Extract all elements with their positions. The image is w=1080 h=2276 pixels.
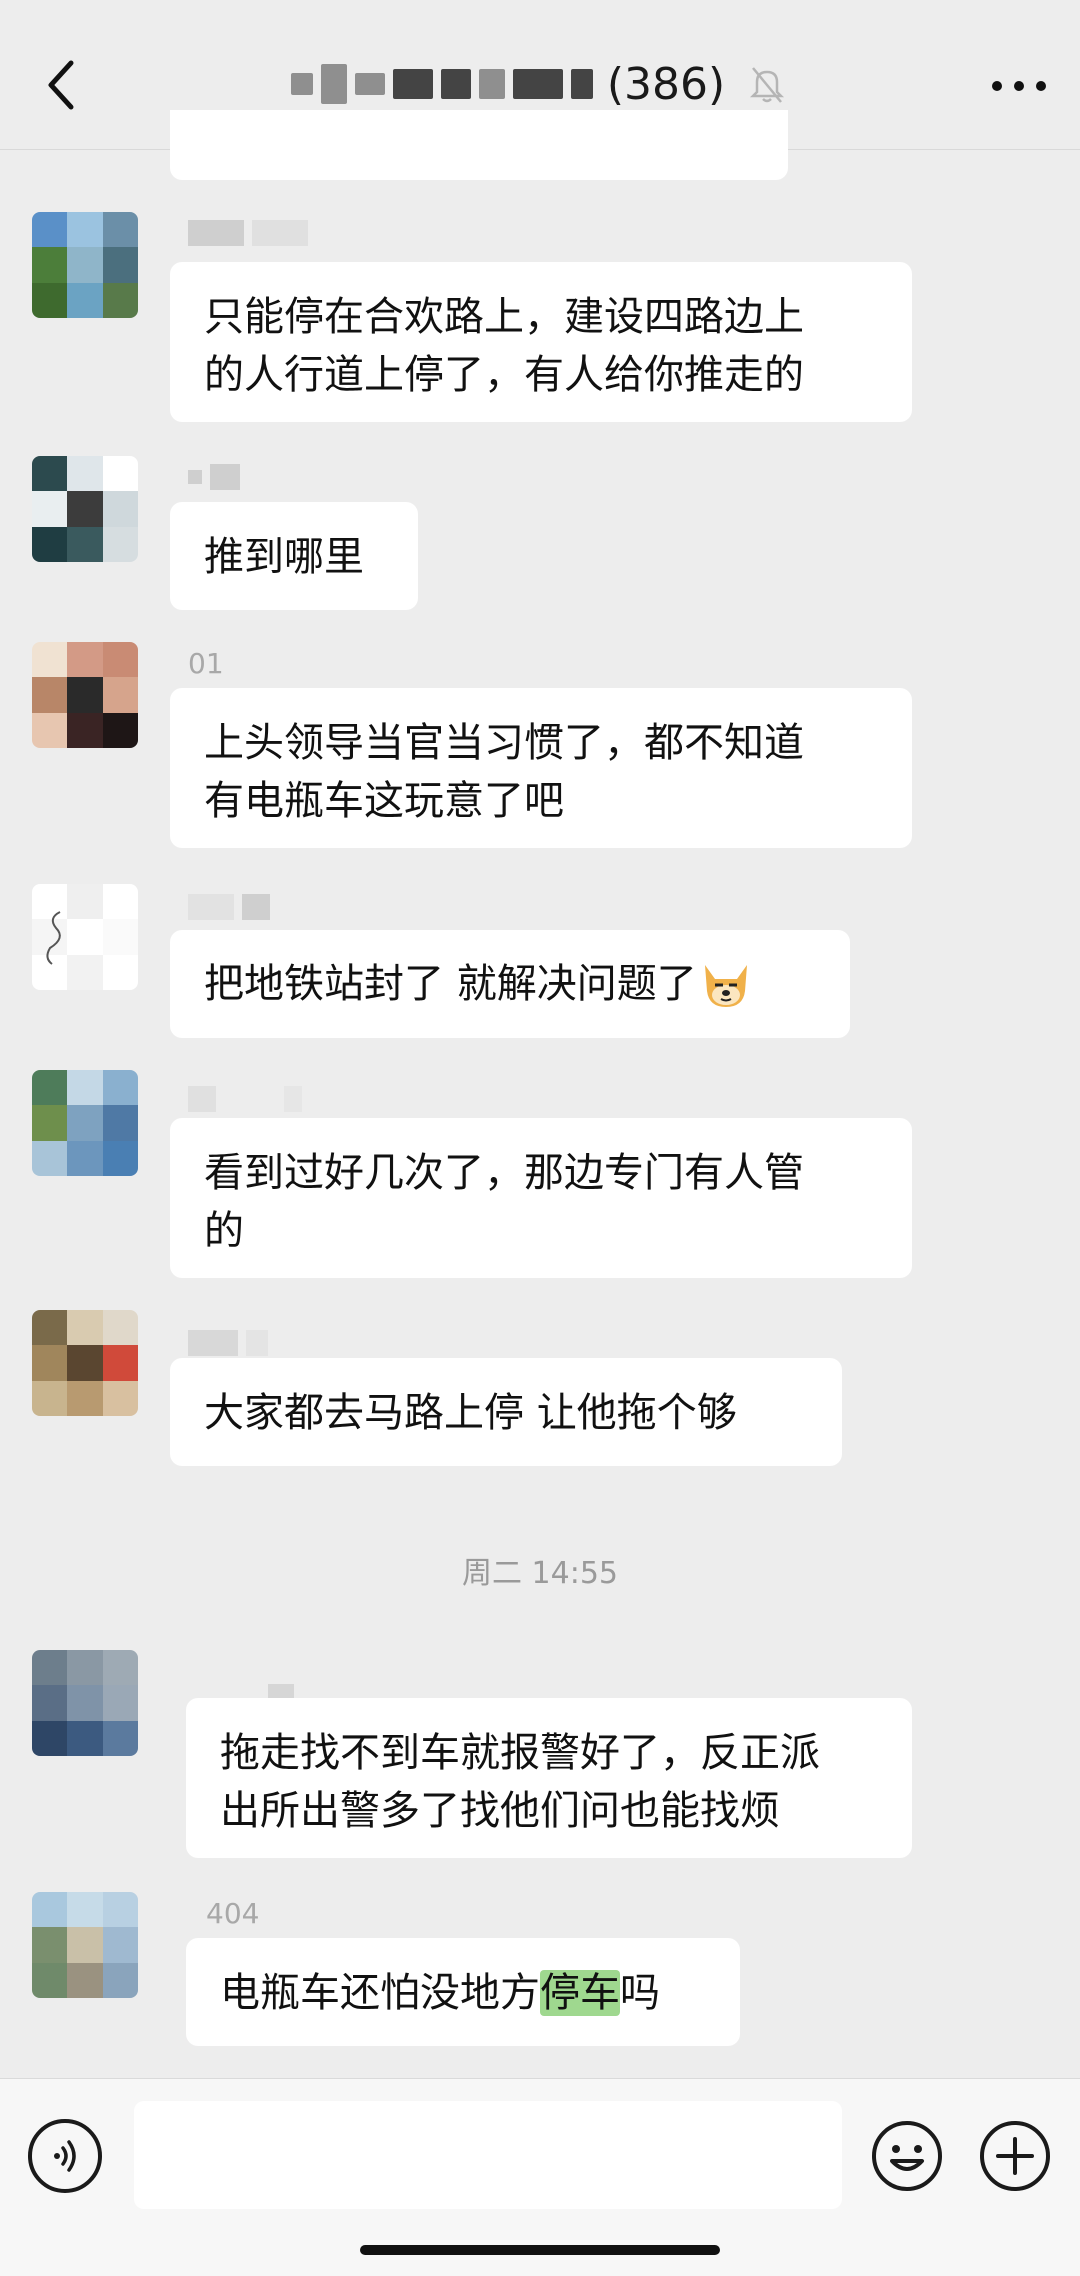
more-button[interactable]: [984, 58, 1054, 114]
message-text: 吗: [620, 1970, 660, 2016]
avatar[interactable]: [32, 1070, 138, 1176]
chat-title[interactable]: (386): [0, 52, 1080, 116]
emoji-button[interactable]: [870, 2119, 944, 2193]
sender-name: [188, 216, 308, 250]
message-bubble[interactable]: 推到哪里: [170, 502, 418, 610]
message-text: 看到过好几次了，那边专门有人管: [204, 1150, 804, 1196]
highlighted-keyword[interactable]: 停车: [540, 1970, 620, 2016]
message-text: 推到哪里: [204, 534, 364, 580]
message-input[interactable]: [134, 2101, 842, 2209]
emoji-icon: [872, 2121, 942, 2191]
message-text: 有电瓶车这玩意了吧: [204, 778, 564, 824]
voice-button[interactable]: [28, 2119, 102, 2193]
message-bubble[interactable]: 把地铁站封了 就解决问题了: [170, 930, 850, 1038]
sender-name: [188, 1326, 268, 1360]
redacted-title-part: [478, 69, 505, 99]
message-bubble[interactable]: 看到过好几次了，那边专门有人管 的: [170, 1118, 912, 1278]
message-bubble[interactable]: 大家都去马路上停 让他拖个够: [170, 1358, 842, 1466]
timestamp: 周二 14:55: [462, 1556, 618, 1591]
sender-name: 01: [188, 646, 224, 680]
message-text: 出所出警多了找他们问也能找烦: [220, 1788, 780, 1834]
redacted-title-part: [512, 69, 563, 99]
sender-name: [188, 460, 240, 494]
message-bubble[interactable]: 拖走找不到车就报警好了，反正派 出所出警多了找他们问也能找烦: [186, 1698, 912, 1858]
redacted-title-part: [440, 69, 471, 99]
message-text: 大家都去马路上停 让他拖个够: [204, 1390, 737, 1436]
redacted-title-part: [290, 73, 313, 95]
message-text: 上头领导当官当习惯了，都不知道: [204, 720, 804, 766]
message-text: 的: [204, 1208, 244, 1254]
message-bubble[interactable]: 只能停在合欢路上，建设四路边上 的人行道上停了，有人给你推走的: [170, 262, 912, 422]
partial-message-bubble: [170, 110, 788, 180]
avatar[interactable]: [32, 642, 138, 748]
member-count: (386): [606, 58, 726, 110]
redacted-title-part: [570, 69, 593, 99]
voice-icon: [54, 2140, 76, 2172]
redacted-title-part: [354, 73, 385, 95]
message-text: 只能停在合欢路上，建设四路边上: [204, 294, 804, 340]
sender-name: 404: [206, 1896, 260, 1930]
input-bar: [0, 2078, 1080, 2276]
sender-name: [188, 890, 270, 924]
message-text: 电瓶车还怕没地方: [220, 1970, 540, 2016]
redacted-title-part: [392, 69, 433, 99]
avatar[interactable]: [32, 456, 138, 562]
avatar[interactable]: [32, 1892, 138, 1998]
redacted-title-part: [320, 64, 347, 104]
more-horizontal-icon: [992, 81, 1046, 91]
sender-name: [188, 1082, 302, 1116]
message-text: 把地铁站封了 就解决问题了: [204, 961, 697, 1007]
avatar[interactable]: [32, 1310, 138, 1416]
avatar[interactable]: [32, 1650, 138, 1756]
bell-muted-icon: [745, 62, 789, 106]
avatar[interactable]: [32, 212, 138, 318]
message-bubble[interactable]: 电瓶车还怕没地方停车吗: [186, 1938, 740, 2046]
chat-screen: (386) 只能停在合欢路上，建设四路边上 的人行道上停了，有人给你推走的 推到…: [0, 0, 1080, 2276]
message-text: 的人行道上停了，有人给你推走的: [204, 352, 804, 398]
plus-button[interactable]: [978, 2119, 1052, 2193]
message-bubble[interactable]: 上头领导当官当习惯了，都不知道 有电瓶车这玩意了吧: [170, 688, 912, 848]
doge-emoji: [704, 965, 747, 1007]
home-indicator[interactable]: [360, 2245, 720, 2255]
avatar-sketch-mark: [46, 911, 61, 965]
plus-icon: [980, 2121, 1050, 2191]
message-text: 拖走找不到车就报警好了，反正派: [220, 1730, 820, 1776]
